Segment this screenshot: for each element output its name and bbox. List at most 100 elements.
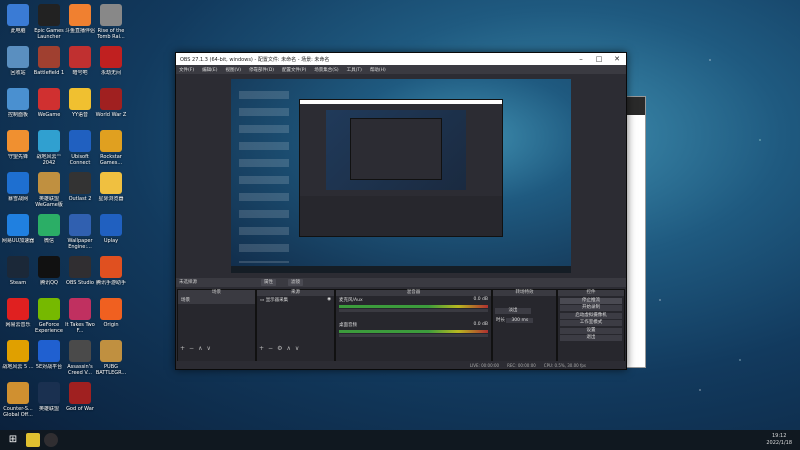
- menu-profile[interactable]: 配置文件(P): [282, 67, 306, 73]
- close-icon[interactable]: ✕: [608, 53, 626, 65]
- volume-slider[interactable]: [339, 309, 488, 312]
- app-icon: [69, 382, 91, 404]
- no-source-label: 未选择源: [179, 280, 197, 285]
- desktop-icon-label: 腾讯手游助手: [95, 280, 126, 286]
- desktop-icon[interactable]: World War Z: [93, 88, 129, 124]
- minimize-icon[interactable]: –: [572, 53, 590, 65]
- track-name: 麦克风/Aux: [339, 298, 363, 303]
- menu-scene-collection[interactable]: 场景集合(S): [314, 67, 338, 73]
- track-db: 0.0 dB: [473, 297, 488, 302]
- app-icon: [7, 4, 29, 26]
- track-name: 桌面音频: [339, 323, 357, 328]
- menu-tools[interactable]: 工具(T): [347, 67, 362, 73]
- app-icon: [100, 46, 122, 68]
- live-status: LIVE: 00:00:00: [469, 362, 500, 368]
- desktop-icon[interactable]: 永劫无间: [93, 46, 129, 82]
- desktop-icon[interactable]: PUBG BATTLEGR...: [93, 340, 129, 376]
- scene-item[interactable]: 场景: [178, 296, 255, 304]
- windows-start-icon[interactable]: ⊞: [6, 433, 20, 447]
- app-icon: [100, 214, 122, 236]
- app-icon: [100, 256, 122, 278]
- menu-docks[interactable]: 停靠部件(D): [249, 67, 274, 73]
- app-icon: [69, 340, 91, 362]
- taskbar: ⊞ 19:12 2022/1/18: [0, 430, 800, 450]
- settings-button[interactable]: 设置: [560, 327, 622, 334]
- app-icon: [7, 256, 29, 278]
- app-icon: [38, 298, 60, 320]
- app-icon: [100, 172, 122, 194]
- app-icon: [7, 88, 29, 110]
- source-item[interactable]: ▭ 显示器采集 ◉: [257, 296, 334, 304]
- app-icon: [69, 256, 91, 278]
- app-icon: [38, 382, 60, 404]
- filters-button[interactable]: 滤镜: [288, 279, 303, 286]
- move-down-icon[interactable]: ∨: [206, 345, 210, 352]
- add-source-icon[interactable]: +: [259, 345, 264, 352]
- move-down-icon[interactable]: ∨: [295, 345, 299, 352]
- exit-button[interactable]: 退出: [560, 335, 622, 341]
- sources-dock: 来源 ▭ 显示器采集 ◉ + − ⚙ ∧ ∨: [256, 289, 335, 369]
- desktop-icon[interactable]: Rise of the Tomb Rai...: [93, 4, 129, 40]
- obs-title: OBS 27.1.3 (64-bit, windows) - 配置文件: 未命名…: [180, 56, 330, 63]
- menu-file[interactable]: 文件(F): [179, 67, 194, 73]
- mixer-track: 麦克风/Aux 0.0 dB: [336, 296, 491, 304]
- stop-streaming-button[interactable]: 停止推流: [560, 297, 622, 304]
- desktop-icon-label: Origin: [103, 322, 119, 328]
- desktop-icon[interactable]: God of War: [62, 382, 98, 418]
- app-icon: [69, 214, 91, 236]
- desktop-icon[interactable]: 腾讯手游助手: [93, 256, 129, 292]
- transition-select[interactable]: 淡出: [495, 308, 531, 314]
- app-icon: [7, 298, 29, 320]
- menu-view[interactable]: 视图(V): [225, 67, 241, 73]
- move-up-icon[interactable]: ∧: [198, 345, 202, 352]
- desktop-icon-label: World War Z: [95, 112, 127, 118]
- controls-title: 控件: [558, 290, 624, 296]
- start-recording-button[interactable]: 开始录制: [560, 305, 622, 311]
- eye-icon[interactable]: ◉: [327, 297, 331, 302]
- app-icon: [69, 130, 91, 152]
- obs-preview[interactable]: [231, 79, 571, 273]
- app-icon: [7, 382, 29, 404]
- remove-scene-icon[interactable]: −: [189, 345, 194, 352]
- obs-taskbar-icon[interactable]: [44, 433, 58, 447]
- app-icon: [38, 46, 60, 68]
- app-icon: [38, 130, 60, 152]
- app-icon: [38, 172, 60, 194]
- menu-edit[interactable]: 编辑(E): [202, 67, 217, 73]
- desktop-icon-label: Rockstar Games...: [99, 154, 123, 166]
- app-icon: [100, 130, 122, 152]
- app-icon: [69, 172, 91, 194]
- transitions-title: 转场特效: [493, 290, 556, 296]
- desktop-icon[interactable]: Uplay: [93, 214, 129, 250]
- desktop-icon[interactable]: Origin: [93, 298, 129, 334]
- clock-date: 2022/1/18: [766, 440, 792, 446]
- source-item-label: 显示器采集: [265, 298, 289, 303]
- obs-window: OBS 27.1.3 (64-bit, windows) - 配置文件: 未命名…: [175, 52, 627, 370]
- desktop-icon-label: God of War: [66, 406, 94, 412]
- app-icon: [7, 340, 29, 362]
- menu-help[interactable]: 帮助(H): [370, 67, 386, 73]
- obs-titlebar[interactable]: OBS 27.1.3 (64-bit, windows) - 配置文件: 未命名…: [176, 53, 626, 65]
- app-icon: [38, 256, 60, 278]
- remove-source-icon[interactable]: −: [268, 345, 273, 352]
- virtual-camera-button[interactable]: 启动虚拟摄像机: [560, 312, 622, 319]
- properties-button[interactable]: 属性: [261, 279, 276, 286]
- gear-icon[interactable]: ⚙: [277, 345, 282, 352]
- app-icon: [100, 340, 122, 362]
- source-toolbar: 未选择源 属性 滤镜: [176, 278, 626, 287]
- app-icon: [38, 88, 60, 110]
- clock-time: 19:12: [771, 433, 787, 439]
- maximize-icon[interactable]: □: [590, 53, 608, 65]
- add-scene-icon[interactable]: +: [180, 345, 185, 352]
- move-up-icon[interactable]: ∧: [286, 345, 290, 352]
- app-icon: [7, 214, 29, 236]
- desktop-icon-label: PUBG BATTLEGR...: [95, 364, 127, 376]
- desktop-icon-label: Uplay: [103, 238, 119, 244]
- studio-mode-button[interactable]: 工作室模式: [560, 320, 622, 326]
- desktop-icon[interactable]: 星际浏览器: [93, 172, 129, 208]
- duration-input[interactable]: 300 ms: [506, 317, 534, 323]
- desktop-icon[interactable]: Rockstar Games...: [93, 130, 129, 166]
- clock[interactable]: 19:12 2022/1/18: [766, 433, 792, 447]
- volume-slider[interactable]: [339, 334, 488, 337]
- taskbar-app-icon[interactable]: [26, 433, 40, 447]
